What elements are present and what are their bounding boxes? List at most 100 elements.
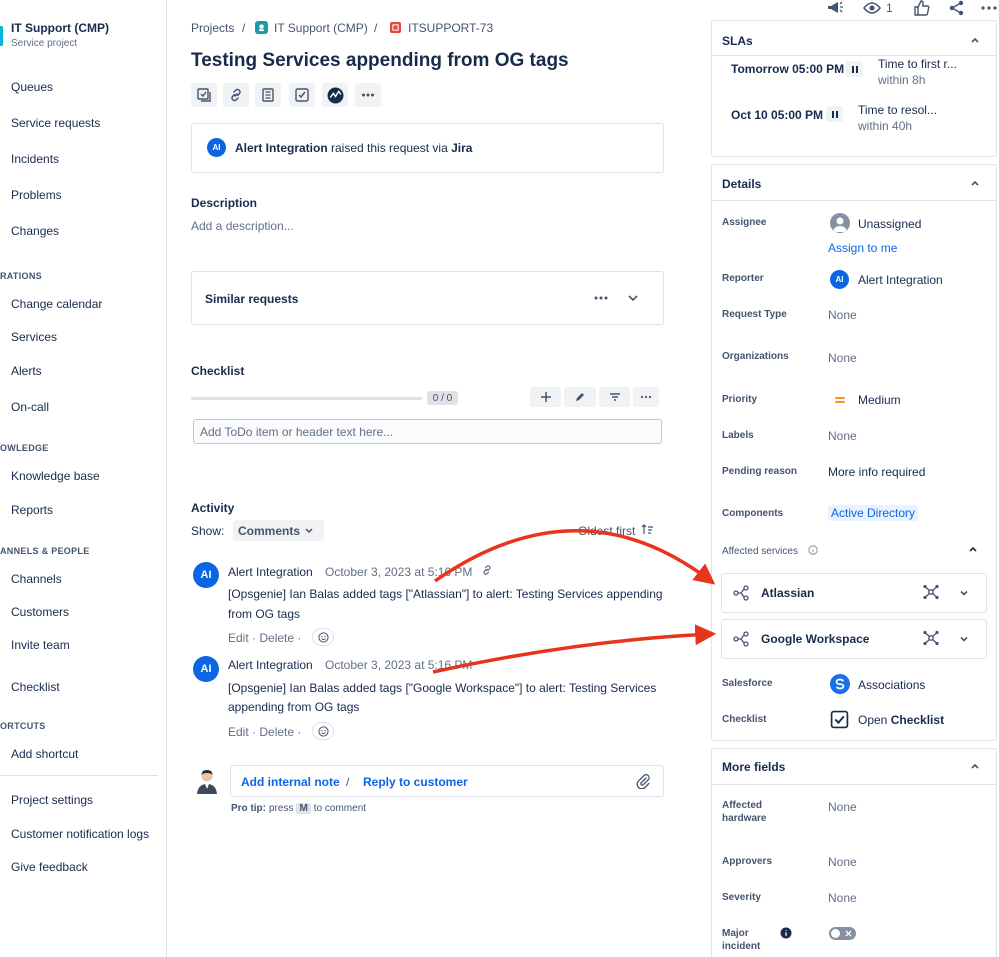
app-button[interactable] (322, 83, 348, 107)
unassigned-avatar-icon (830, 213, 850, 233)
slas-collapse-button[interactable] (969, 34, 981, 46)
comment-edit-link[interactable]: Edit (228, 725, 249, 739)
chevron-down-icon (958, 633, 970, 645)
sidebar-item-knowledge-base[interactable]: Knowledge base (11, 469, 100, 483)
sidebar-item-service-requests[interactable]: Service requests (11, 116, 100, 130)
sla-name: Time to resol... (858, 103, 937, 117)
avatar: AI (207, 138, 226, 157)
sidebar-item-invite-team[interactable]: Invite team (11, 638, 70, 652)
priority-value[interactable]: Medium (858, 393, 901, 407)
comment-edit-link[interactable]: Edit (228, 631, 249, 645)
incident-type-icon (390, 22, 401, 33)
major-incident-label: incident (722, 941, 761, 952)
checklist-filter-button[interactable] (599, 387, 630, 407)
sidebar-item-customers[interactable]: Customers (11, 605, 69, 619)
organizations-value[interactable]: None (828, 351, 857, 365)
sidebar-item-add-shortcut[interactable]: Add shortcut (11, 747, 78, 761)
sidebar-item-queues[interactable]: Queues (11, 80, 53, 94)
checklist-more-button[interactable] (633, 387, 659, 407)
sidebar-item-customer-notification-logs[interactable]: Customer notification logs (11, 827, 149, 841)
sidebar-item-incidents[interactable]: Incidents (11, 152, 59, 166)
comment-permalink-icon[interactable] (481, 564, 493, 576)
similar-expand-button[interactable] (626, 290, 640, 306)
sidebar-item-change-calendar[interactable]: Change calendar (11, 297, 102, 311)
request-type-value[interactable]: None (828, 308, 857, 322)
comment-author[interactable]: Alert Integration (228, 658, 313, 672)
comment-date[interactable]: October 3, 2023 at 5:16 PM (325, 658, 472, 672)
page-title[interactable]: Testing Services appending from OG tags (191, 50, 569, 72)
sidebar-item-on-call[interactable]: On-call (11, 400, 49, 414)
more-actions-button[interactable] (980, 1, 998, 15)
assign-to-me-link[interactable]: Assign to me (828, 241, 897, 255)
reply-to-customer-button[interactable]: Reply to customer (363, 775, 468, 789)
sidebar-item-changes[interactable]: Changes (11, 224, 59, 238)
open-checklist-link[interactable]: Open Checklist (858, 713, 944, 727)
components-label: Components (722, 508, 784, 519)
service-map-icon[interactable] (922, 630, 940, 646)
breadcrumb-issue-key[interactable]: ITSUPPORT-73 (408, 21, 493, 35)
checklist-edit-button[interactable] (564, 387, 596, 407)
more-fields-collapse-button[interactable] (969, 760, 981, 772)
checklist-button[interactable] (289, 83, 315, 107)
severity-label: Severity (722, 892, 761, 903)
create-subtask-button[interactable] (191, 83, 217, 107)
attachment-icon[interactable] (635, 773, 651, 789)
sidebar-item-reports[interactable]: Reports (11, 503, 53, 517)
pending-reason-value[interactable]: More info required (828, 465, 925, 479)
breadcrumb-projects[interactable]: Projects (191, 21, 234, 35)
comment-author[interactable]: Alert Integration (228, 565, 313, 579)
sla-name: Time to first r... (878, 57, 957, 71)
sidebar-item-problems[interactable]: Problems (11, 188, 62, 202)
sidebar-item-services[interactable]: Services (11, 330, 57, 344)
service-name[interactable]: Google Workspace (761, 632, 869, 646)
checklist-add-button[interactable] (530, 387, 561, 407)
reporter-value[interactable]: Alert Integration (858, 273, 943, 287)
link-issue-button[interactable] (223, 83, 249, 107)
description-field[interactable]: Add a description... (191, 219, 294, 233)
project-name[interactable]: IT Support (CMP) (11, 21, 109, 35)
share-button[interactable] (948, 0, 965, 16)
service-icon (733, 631, 750, 647)
watch-button[interactable] (863, 0, 881, 16)
sidebar-item-alerts[interactable]: Alerts (11, 364, 42, 378)
comment-delete-link[interactable]: Delete (259, 725, 294, 739)
details-collapse-button[interactable] (969, 177, 981, 189)
affected-services-collapse-button[interactable] (967, 543, 979, 555)
labels-value[interactable]: None (828, 429, 857, 443)
raised-by-name[interactable]: Alert Integration (235, 141, 328, 155)
thumbs-up-icon (913, 0, 930, 16)
sidebar-item-channels[interactable]: Channels (11, 572, 62, 586)
info-icon[interactable] (780, 927, 792, 939)
approvers-value[interactable]: None (828, 855, 857, 869)
emoji-icon (317, 631, 329, 643)
more-actions-button[interactable] (355, 83, 381, 107)
raised-by-text: Alert Integration raised this request vi… (235, 141, 472, 155)
add-reaction-button[interactable] (312, 628, 334, 646)
comment-delete-link[interactable]: Delete (259, 631, 294, 645)
sidebar-item-give-feedback[interactable]: Give feedback (11, 860, 88, 874)
feedback-button[interactable] (826, 0, 844, 16)
sidebar-item-project-settings[interactable]: Project settings (11, 793, 93, 807)
component-tag[interactable]: Active Directory (828, 505, 919, 521)
chevron-down-icon (958, 587, 970, 599)
comment-date[interactable]: October 3, 2023 at 5:16 PM (325, 565, 472, 579)
sort-order-button[interactable]: Oldest first (578, 524, 635, 538)
vote-button[interactable] (913, 0, 930, 16)
add-internal-note-button[interactable]: Add internal note (241, 775, 340, 789)
service-map-icon[interactable] (922, 584, 940, 600)
add-reaction-button[interactable] (312, 722, 334, 740)
service-expand-button[interactable] (958, 587, 970, 599)
affected-hardware-value[interactable]: None (828, 800, 857, 814)
severity-value[interactable]: None (828, 891, 857, 905)
breadcrumb-project[interactable]: IT Support (CMP) (274, 21, 368, 35)
activity-filter-dropdown[interactable]: Comments (233, 520, 324, 541)
salesforce-associations-link[interactable]: Associations (858, 678, 925, 692)
similar-more-button[interactable] (592, 290, 610, 306)
service-expand-button[interactable] (958, 633, 970, 645)
checklist-add-item-input[interactable]: Add ToDo item or header text here... (193, 419, 662, 444)
document-button[interactable] (255, 83, 281, 107)
major-incident-toggle[interactable] (829, 927, 856, 940)
assignee-value[interactable]: Unassigned (858, 217, 921, 231)
sidebar-item-checklist[interactable]: Checklist (11, 680, 60, 694)
service-name[interactable]: Atlassian (761, 586, 814, 600)
